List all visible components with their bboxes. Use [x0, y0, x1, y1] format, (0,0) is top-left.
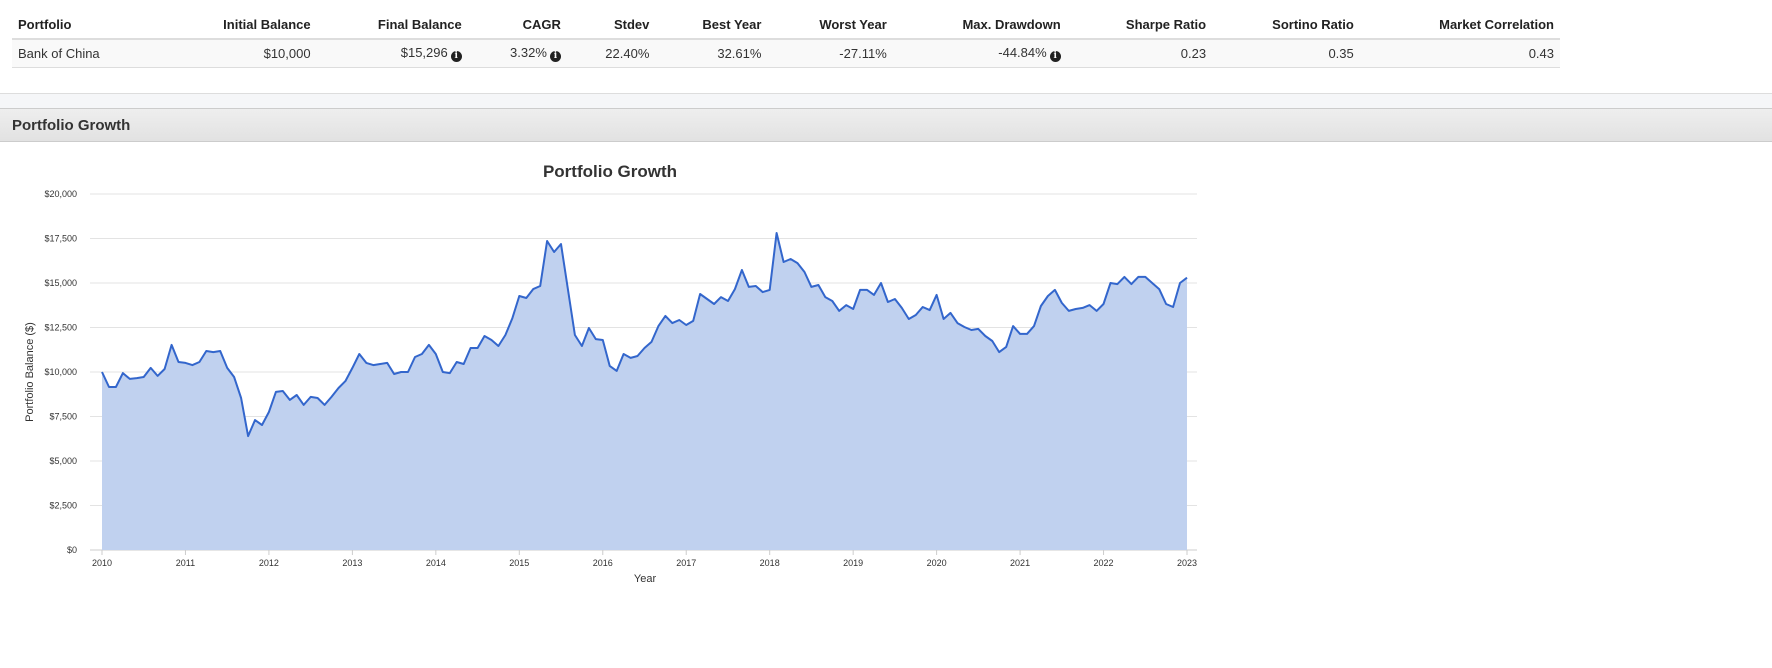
x-tick-label: 2012	[259, 558, 279, 568]
x-tick-label: 2021	[1010, 558, 1030, 568]
info-icon[interactable]: i	[549, 51, 561, 62]
chart-title: Portfolio Growth	[543, 162, 677, 181]
cell-portfolio: Bank of China	[12, 39, 160, 68]
col-max-drawdown: Max. Drawdown	[892, 10, 1067, 40]
y-tick-label: $17,500	[44, 234, 77, 244]
x-tick-label: 2019	[843, 558, 863, 568]
y-tick-label: $20,000	[44, 189, 77, 199]
cell-sortino: 0.35	[1212, 39, 1360, 68]
col-sharpe: Sharpe Ratio	[1066, 10, 1213, 40]
y-tick-label: $0	[67, 545, 77, 555]
y-tick-label: $10,000	[44, 367, 77, 377]
x-tick-label: 2023	[1177, 558, 1197, 568]
x-tick-label: 2016	[593, 558, 613, 568]
max-drawdown-value: -44.84%	[998, 45, 1047, 60]
cell-market-correlation: 0.43	[1359, 39, 1560, 68]
col-worst-year: Worst Year	[767, 10, 893, 40]
summary-table: Portfolio Initial Balance Final Balance …	[12, 10, 1560, 68]
cell-cagr: 3.32% i	[467, 39, 567, 68]
cell-stdev: 22.40%	[566, 39, 656, 68]
cell-best-year: 32.61%	[655, 39, 768, 68]
y-tick-label: $2,500	[49, 501, 77, 511]
x-tick-label: 2014	[426, 558, 446, 568]
cell-initial-balance: $10,000	[159, 39, 317, 68]
portfolio-growth-chart: Portfolio Growth Year Portfolio Balance …	[24, 162, 1197, 585]
y-axis-label: Portfolio Balance ($)	[24, 322, 36, 422]
x-tick-label: 2022	[1094, 558, 1114, 568]
x-tick-label: 2011	[176, 558, 195, 568]
x-tick-label: 2015	[509, 558, 529, 568]
panel-header: Portfolio Growth	[0, 108, 1772, 142]
x-tick-label: 2013	[342, 558, 362, 568]
col-final-balance: Final Balance	[316, 10, 468, 40]
x-tick-label: 2017	[676, 558, 696, 568]
cell-worst-year: -27.11%	[767, 39, 893, 68]
y-tick-label: $12,500	[44, 323, 77, 333]
section-divider	[0, 93, 1772, 109]
cell-max-drawdown: -44.84% i	[892, 39, 1067, 68]
col-sortino: Sortino Ratio	[1212, 10, 1360, 40]
y-tick-label: $15,000	[44, 278, 77, 288]
x-tick-label: 2020	[927, 558, 947, 568]
col-portfolio: Portfolio	[12, 10, 160, 40]
area-fill	[102, 233, 1187, 550]
col-market-correlation: Market Correlation	[1359, 10, 1560, 40]
panel-title: Portfolio Growth	[12, 117, 131, 134]
info-icon[interactable]: i	[450, 51, 462, 62]
col-initial-balance: Initial Balance	[159, 10, 317, 40]
cagr-value: 3.32%	[510, 45, 547, 60]
table-row: Bank of China $10,000 $15,296 i 3.32% i 22…	[12, 39, 1560, 68]
final-balance-value: $15,296	[400, 45, 448, 60]
info-icon[interactable]: i	[1049, 51, 1061, 62]
x-tick-label: 2018	[760, 558, 780, 568]
table-header-row: Portfolio Initial Balance Final Balance …	[12, 10, 1560, 40]
x-tick-label: 2010	[92, 558, 112, 568]
cell-sharpe: 0.23	[1066, 39, 1213, 68]
col-best-year: Best Year	[655, 10, 768, 40]
col-stdev: Stdev	[566, 10, 656, 40]
y-tick-label: $5,000	[49, 456, 77, 466]
x-axis-label: Year	[634, 573, 657, 585]
col-cagr: CAGR	[467, 10, 567, 40]
y-tick-label: $7,500	[49, 412, 77, 422]
cell-final-balance: $15,296 i	[316, 39, 468, 68]
